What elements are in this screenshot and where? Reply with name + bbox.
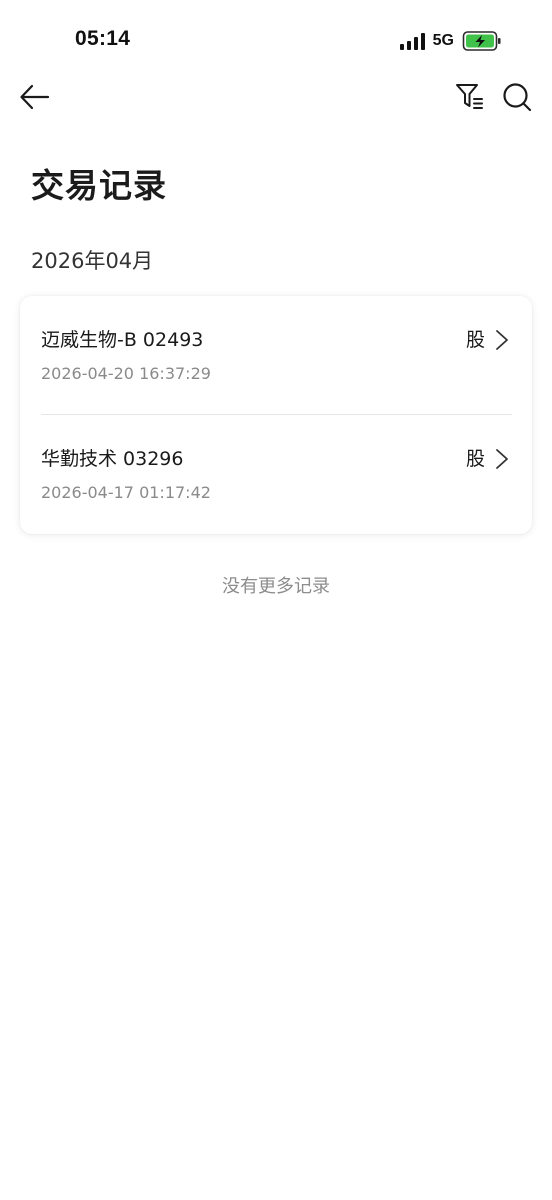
month-header: 2026年04月 [31,249,154,273]
network-label: 5G [432,32,454,49]
status-bar: 05:14 5G [0,0,552,80]
records-card: 迈威生物-B 02493 2026-04-20 16:37:29 股 华勤技术 … [20,296,532,534]
battery-charging-icon [462,31,501,51]
record-time: 2026-04-20 16:37:29 [41,364,211,383]
chevron-right-icon [496,449,508,469]
status-time: 05:14 [75,27,131,50]
record-name: 华勤技术 03296 [41,448,184,470]
record-type: 股 [466,329,486,351]
status-indicators: 5G [399,28,502,54]
no-more-records-note: 没有更多记录 [222,576,330,597]
record-name: 迈威生物-B 02493 [41,329,204,351]
record-time: 2026-04-17 01:17:42 [41,483,211,502]
filter-button[interactable] [453,80,487,114]
record-row[interactable]: 华勤技术 03296 2026-04-17 01:17:42 股 [20,415,532,533]
record-row[interactable]: 迈威生物-B 02493 2026-04-20 16:37:29 股 [20,296,532,415]
chevron-right-icon [496,330,508,350]
nav-bar [0,72,552,120]
page-title: 交易记录 [31,166,167,205]
filter-icon [456,84,483,109]
back-arrow-icon [20,84,50,110]
signal-icon [399,32,425,50]
search-button[interactable] [500,80,534,114]
record-type: 股 [466,448,486,470]
search-icon [503,83,532,112]
back-button[interactable] [18,80,52,114]
